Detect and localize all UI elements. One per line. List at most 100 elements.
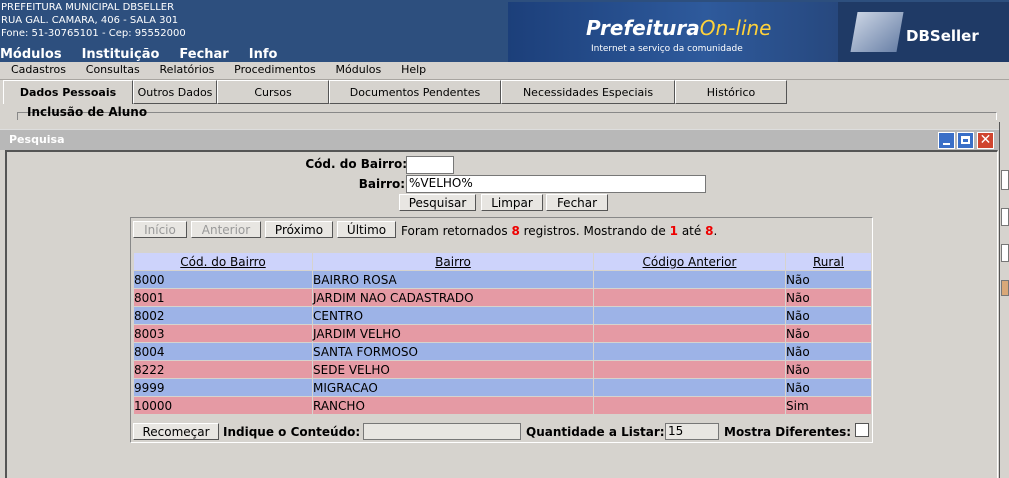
cell-bairro: SANTA FORMOSO: [313, 343, 593, 360]
anterior-button[interactable]: Anterior: [191, 221, 261, 238]
cell-rural: Sim: [786, 397, 871, 414]
column-header-rural[interactable]: Rural: [786, 253, 871, 270]
cell-codigo-anterior: [594, 361, 785, 378]
background-field: [1001, 280, 1009, 296]
mostra-diferentes-checkbox[interactable]: [855, 423, 869, 437]
table-row[interactable]: 8003 JARDIM VELHO Não: [134, 325, 871, 342]
top-menu-fechar[interactable]: Fechar: [179, 47, 228, 62]
cell-cod-bairro: 10000: [134, 397, 312, 414]
org-name: PREFEITURA MUNICIPAL DBSELLER: [1, 2, 175, 13]
window-title-bar[interactable]: Pesquisa ✕: [0, 129, 999, 150]
table-row[interactable]: 8001 JARDIM NAO CADASTRADO Não: [134, 289, 871, 306]
column-header-cod-bairro[interactable]: Cód. do Bairro: [134, 253, 312, 270]
tab-historico[interactable]: Histórico: [675, 80, 787, 104]
dbseller-mark-icon: [850, 12, 904, 52]
dbseller-logo: DBSeller: [838, 2, 1009, 62]
cell-codigo-anterior: [594, 397, 785, 414]
cell-rural: Não: [786, 379, 871, 396]
tab-documentos-pendentes[interactable]: Documentos Pendentes: [329, 80, 501, 104]
column-header-codigo-anterior[interactable]: Código Anterior: [594, 253, 785, 270]
table-header-row: Cód. do Bairro Bairro Código Anterior Ru…: [134, 253, 871, 270]
minimize-icon[interactable]: [938, 132, 955, 149]
column-header-bairro[interactable]: Bairro: [313, 253, 593, 270]
table-row[interactable]: 8000 BAIRRO ROSA Não: [134, 271, 871, 288]
tab-strip: Dados Pessoais Outros Dados Cursos Docum…: [3, 80, 787, 104]
recomecar-button[interactable]: Recomeçar: [133, 423, 219, 440]
top-menu: Módulos Instituição Fechar Info: [0, 47, 297, 62]
results-summary: Foram retornados 8 registros. Mostrando …: [401, 224, 718, 238]
table-row[interactable]: 10000 RANCHO Sim: [134, 397, 871, 414]
dbseller-logo-text: DBSeller: [906, 27, 979, 45]
indique-input[interactable]: [363, 423, 521, 440]
pesquisar-button[interactable]: Pesquisar: [399, 194, 476, 211]
proximo-button[interactable]: Próximo: [265, 221, 333, 238]
maximize-icon[interactable]: [957, 132, 974, 149]
quantidade-label: Quantidade a Listar:: [526, 425, 665, 439]
top-menu-info[interactable]: Info: [249, 47, 278, 62]
menu-relatorios[interactable]: Relatórios: [160, 62, 215, 76]
cell-cod-bairro: 8002: [134, 307, 312, 324]
top-menu-instituicao[interactable]: Instituição: [82, 47, 160, 62]
bairro-input[interactable]: %VELHO%: [406, 175, 706, 193]
banner-tagline: Internet a serviço da comunidade: [591, 44, 743, 54]
cell-rural: Não: [786, 361, 871, 378]
table-row[interactable]: 8222 SEDE VELHO Não: [134, 361, 871, 378]
inicio-button[interactable]: Início: [133, 221, 187, 238]
menu-help[interactable]: Help: [401, 62, 426, 76]
results-footer: Recomeçar Indique o Conteúdo: Quantidade…: [133, 423, 872, 441]
background-field: [1001, 244, 1009, 262]
cell-bairro: CENTRO: [313, 307, 593, 324]
cod-bairro-input[interactable]: [406, 156, 454, 174]
mostra-diferentes-label: Mostra Diferentes:: [724, 425, 852, 439]
org-contact: Fone: 51-30765101 - Cep: 95552000: [1, 28, 186, 39]
cell-cod-bairro: 8222: [134, 361, 312, 378]
cell-bairro: BAIRRO ROSA: [313, 271, 593, 288]
cell-bairro: RANCHO: [313, 397, 593, 414]
ultimo-button[interactable]: Último: [337, 221, 396, 238]
menu-consultas[interactable]: Consultas: [86, 62, 140, 76]
results-table: Cód. do Bairro Bairro Código Anterior Ru…: [133, 252, 872, 415]
menu-modulos[interactable]: Módulos: [336, 62, 382, 76]
cell-bairro: JARDIM VELHO: [313, 325, 593, 342]
banner-logo-area: PrefeituraOn-line Internet a serviço da …: [508, 2, 1009, 62]
cell-bairro: MIGRACAO: [313, 379, 593, 396]
background-field: [1001, 170, 1009, 190]
table-body: 8000 BAIRRO ROSA Não 8001 JARDIM NAO CADASTR…: [134, 271, 871, 414]
cell-rural: Não: [786, 325, 871, 342]
cell-codigo-anterior: [594, 271, 785, 288]
cell-rural: Não: [786, 289, 871, 306]
table-row[interactable]: 8002 CENTRO Não: [134, 307, 871, 324]
menu-bar: Cadastros Consultas Relatórios Procedime…: [0, 62, 1009, 80]
close-icon[interactable]: ✕: [977, 132, 994, 149]
indique-label: Indique o Conteúdo:: [223, 425, 361, 439]
bairro-label: Bairro:: [358, 177, 405, 191]
cell-rural: Não: [786, 343, 871, 360]
fieldset-legend: Inclusão de Aluno: [27, 105, 148, 119]
cell-rural: Não: [786, 271, 871, 288]
fechar-button[interactable]: Fechar: [546, 194, 608, 211]
cell-cod-bairro: 8001: [134, 289, 312, 306]
fieldset-border: [17, 112, 997, 120]
quantidade-input[interactable]: 15: [665, 423, 719, 440]
tab-necessidades-especiais[interactable]: Necessidades Especiais: [501, 80, 675, 104]
window-title: Pesquisa: [9, 133, 65, 146]
tab-outros-dados[interactable]: Outros Dados: [133, 80, 217, 104]
menu-procedimentos[interactable]: Procedimentos: [234, 62, 316, 76]
cell-cod-bairro: 8000: [134, 271, 312, 288]
cell-codigo-anterior: [594, 343, 785, 360]
background-select: [1001, 208, 1009, 226]
cell-cod-bairro: 8003: [134, 325, 312, 342]
cod-bairro-label: Cód. do Bairro:: [305, 157, 407, 171]
cell-codigo-anterior: [594, 379, 785, 396]
top-menu-modulos[interactable]: Módulos: [0, 47, 62, 62]
tab-cursos[interactable]: Cursos: [217, 80, 329, 104]
table-row[interactable]: 9999 MIGRACAO Não: [134, 379, 871, 396]
cell-bairro: JARDIM NAO CADASTRADO: [313, 289, 593, 306]
menu-cadastros[interactable]: Cadastros: [11, 62, 66, 76]
table-row[interactable]: 8004 SANTA FORMOSO Não: [134, 343, 871, 360]
tab-dados-pessoais[interactable]: Dados Pessoais: [3, 80, 133, 104]
limpar-button[interactable]: Limpar: [481, 194, 543, 211]
cell-codigo-anterior: [594, 307, 785, 324]
cell-codigo-anterior: [594, 325, 785, 342]
org-address: RUA GAL. CAMARA, 406 - SALA 301: [1, 15, 179, 26]
